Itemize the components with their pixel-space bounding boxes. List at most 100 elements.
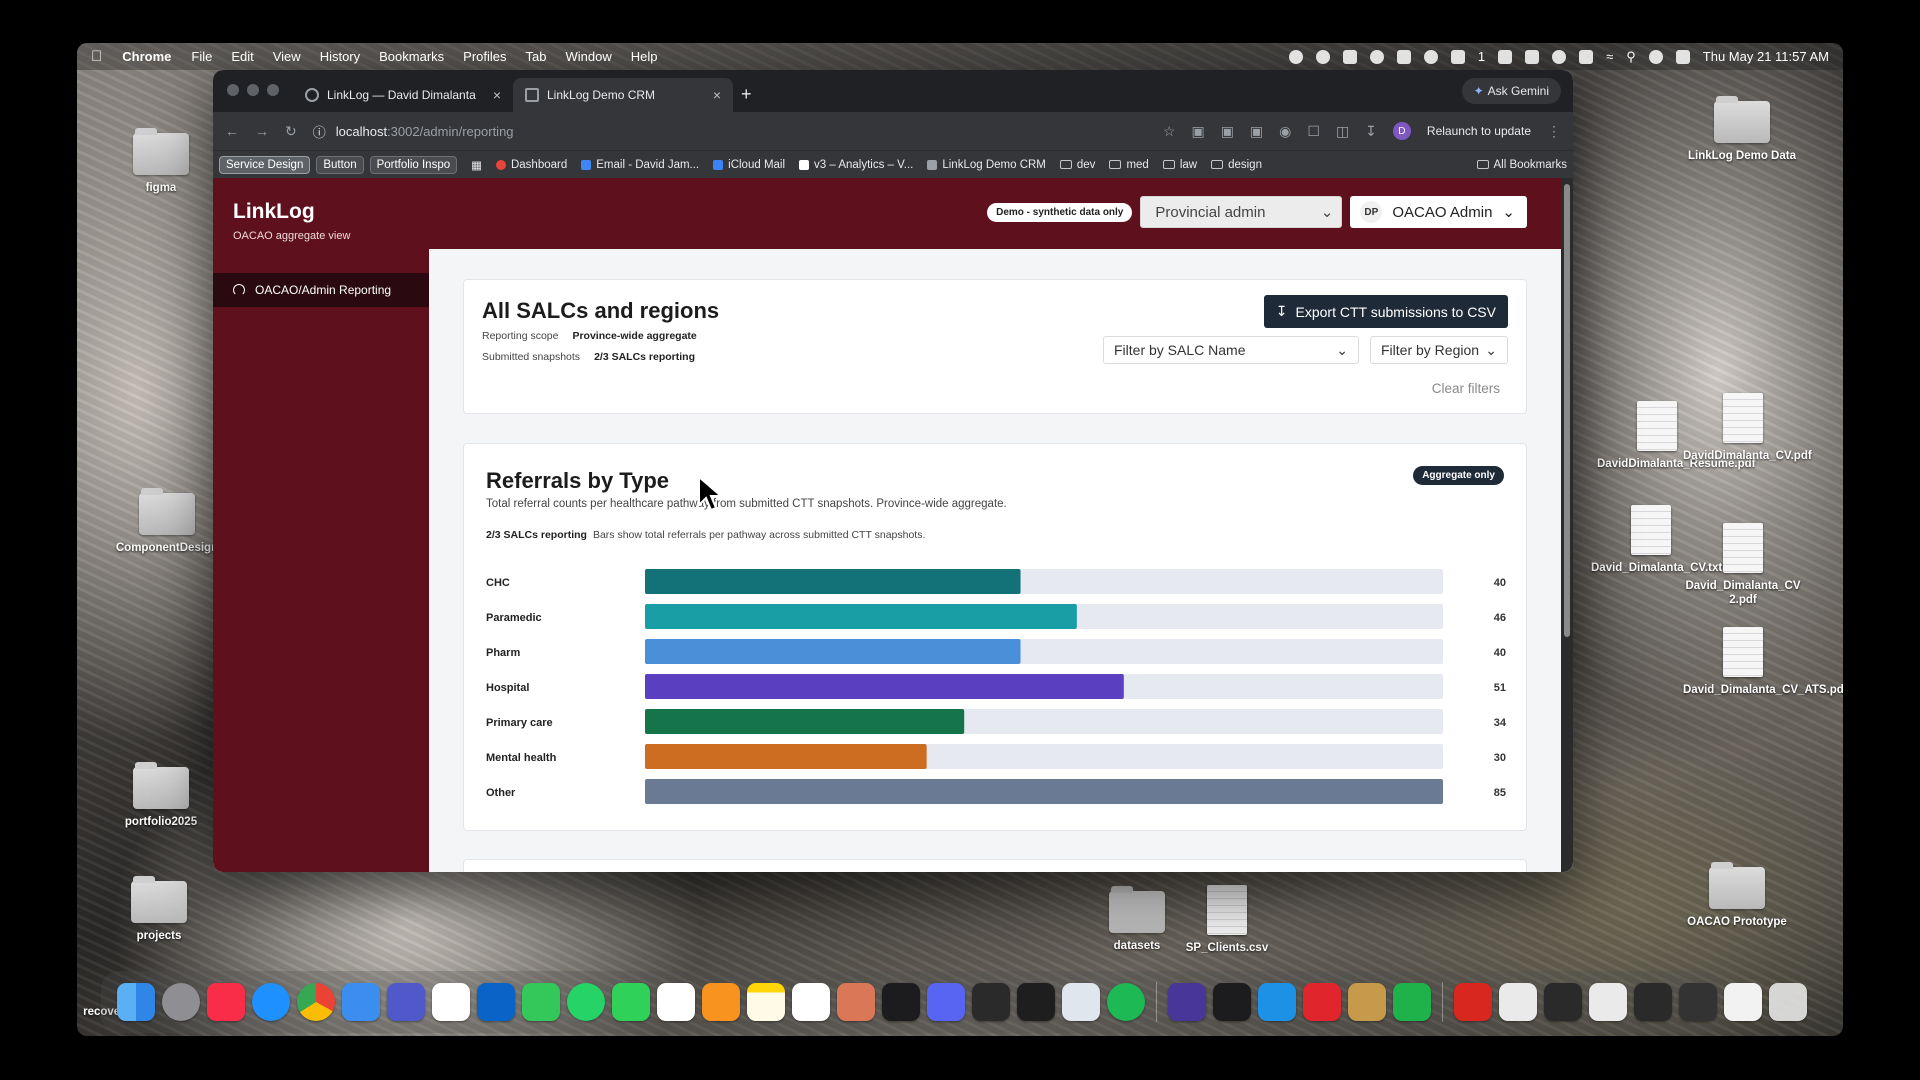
bookmark-dashboard[interactable]: Dashboard: [495, 159, 567, 171]
figma-icon[interactable]: [1017, 983, 1055, 1021]
status-icon[interactable]: [1498, 49, 1513, 64]
zoom-window-button[interactable]: [267, 84, 279, 96]
status-icon[interactable]: [1315, 49, 1330, 64]
menu-tab[interactable]: Tab: [526, 49, 547, 64]
apps-grid-icon[interactable]: ▦: [471, 158, 482, 172]
siri-icon[interactable]: [1648, 49, 1663, 64]
bookmark-folder-dev[interactable]: dev: [1059, 159, 1095, 171]
battery-icon[interactable]: [1579, 49, 1594, 64]
desktop-file-cv-ats[interactable]: David_Dimalanta_CV_ATS.pdf: [1683, 627, 1843, 697]
menu-file[interactable]: File: [191, 49, 212, 64]
menu-view[interactable]: View: [273, 49, 301, 64]
messages-icon[interactable]: [522, 983, 560, 1021]
address-bar[interactable]: ⓘ localhost:3002/admin/reporting: [313, 122, 1147, 141]
status-icon[interactable]: [1396, 49, 1411, 64]
desktop-folder-figma[interactable]: figma: [101, 128, 221, 195]
clear-filters-button[interactable]: Clear filters: [1432, 381, 1500, 396]
brand[interactable]: LinkLog OACAO aggregate view: [233, 200, 350, 242]
desktop-folder-linklog-demo[interactable]: LinkLog Demo Data: [1682, 96, 1802, 163]
xcode-icon[interactable]: [882, 983, 920, 1021]
bookmark-icloud-mail[interactable]: iCloud Mail: [713, 159, 785, 171]
docker-icon[interactable]: [1258, 983, 1296, 1021]
menu-help[interactable]: Help: [631, 49, 658, 64]
export-csv-button[interactable]: ↧ Export CTT submissions to CSV: [1263, 295, 1508, 328]
spotify-icon[interactable]: [1107, 983, 1145, 1021]
bar-mental-health[interactable]: [645, 744, 927, 769]
browser-tab[interactable]: LinkLog — David Dimalanta ×: [293, 78, 513, 112]
page-scrollbar[interactable]: [1561, 178, 1573, 872]
preview-icon[interactable]: [1062, 983, 1100, 1021]
status-icon[interactable]: [1342, 49, 1357, 64]
cursor-app-icon[interactable]: [972, 983, 1010, 1021]
window-thumbnail-icon[interactable]: [1679, 983, 1717, 1021]
notification-count[interactable]: 1: [1478, 49, 1485, 64]
menu-clock[interactable]: Thu May 21 11:57 AM: [1703, 49, 1829, 64]
facetime-icon[interactable]: [612, 983, 650, 1021]
record-icon[interactable]: [1303, 983, 1341, 1021]
bookmark-button[interactable]: Button: [316, 155, 364, 174]
terminal-icon[interactable]: [1213, 983, 1251, 1021]
chrome-icon[interactable]: [297, 983, 335, 1021]
discord-icon[interactable]: [927, 983, 965, 1021]
extension-icon[interactable]: ◉: [1279, 123, 1291, 140]
bookmark-email[interactable]: Email - David Jam...: [581, 159, 699, 171]
menu-profiles[interactable]: Profiles: [463, 49, 506, 64]
archive-icon[interactable]: [1348, 983, 1386, 1021]
bar-other[interactable]: [645, 779, 1443, 804]
extensions-puzzle-icon[interactable]: ☐: [1307, 123, 1320, 140]
music-icon[interactable]: [207, 983, 245, 1021]
finder-icon[interactable]: [117, 983, 155, 1021]
relaunch-to-update-button[interactable]: Relaunch to update: [1427, 124, 1531, 138]
bookmark-portfolio-inspo[interactable]: Portfolio Inspo: [369, 155, 458, 174]
window-thumbnail-icon[interactable]: [1499, 983, 1537, 1021]
outlook-icon[interactable]: [477, 983, 515, 1021]
bar-primary-care[interactable]: [645, 709, 965, 734]
bar-pharm[interactable]: [645, 639, 1021, 664]
desktop-folder-component-design[interactable]: ComponentDesign: [107, 488, 227, 555]
window-thumbnail-icon[interactable]: [1544, 983, 1582, 1021]
notes-icon[interactable]: [747, 983, 785, 1021]
trash-icon[interactable]: [1769, 983, 1807, 1021]
search-icon[interactable]: ⚲: [1626, 49, 1636, 65]
bookmark-folder-law[interactable]: law: [1162, 159, 1197, 171]
sidebar-item-admin-reporting[interactable]: OACAO/Admin Reporting: [213, 273, 429, 307]
menu-edit[interactable]: Edit: [231, 49, 253, 64]
apple-icon[interactable]: : [91, 48, 102, 65]
download-icon[interactable]: ↧: [1365, 123, 1377, 140]
extension-icon[interactable]: ▣: [1250, 123, 1263, 140]
obsidian-icon[interactable]: [1168, 983, 1206, 1021]
menu-bookmarks[interactable]: Bookmarks: [379, 49, 444, 64]
all-bookmarks-button[interactable]: All Bookmarks: [1476, 159, 1567, 171]
status-icon[interactable]: [1450, 49, 1465, 64]
user-menu-button[interactable]: DP OACAO Admin ⌄: [1350, 196, 1527, 228]
menu-app-name[interactable]: Chrome: [122, 49, 171, 64]
ask-gemini-button[interactable]: ✦ Ask Gemini: [1461, 78, 1561, 104]
browser-tab-active[interactable]: LinkLog Demo CRM ×: [513, 78, 733, 112]
system-settings-icon[interactable]: [162, 983, 200, 1021]
region-filter[interactable]: Filter by Region ⌄: [1370, 336, 1508, 364]
bar-hospital[interactable]: [645, 674, 1124, 699]
safari-icon[interactable]: [252, 983, 290, 1021]
bar-chc[interactable]: [645, 569, 1021, 594]
scrollbar-thumb[interactable]: [1564, 184, 1570, 637]
profile-avatar[interactable]: D: [1392, 122, 1411, 140]
numbers-icon[interactable]: [1393, 983, 1431, 1021]
bookmark-folder-design[interactable]: design: [1211, 159, 1262, 171]
status-icon[interactable]: [1423, 49, 1438, 64]
close-window-button[interactable]: [227, 84, 239, 96]
minimize-window-button[interactable]: [247, 84, 259, 96]
teams-icon[interactable]: [387, 983, 425, 1021]
split-view-icon[interactable]: ◫: [1336, 123, 1349, 140]
whatsapp-icon[interactable]: [567, 983, 605, 1021]
window-thumbnail-icon[interactable]: [1634, 983, 1672, 1021]
desktop-folder-oacao[interactable]: OACAO Prototype: [1677, 862, 1797, 929]
role-select[interactable]: Provincial admin ⌄: [1140, 196, 1343, 228]
slack-icon[interactable]: [657, 983, 695, 1021]
mail-icon[interactable]: [342, 983, 380, 1021]
bookmark-folder-med[interactable]: med: [1109, 159, 1149, 171]
salc-name-filter[interactable]: Filter by SALC Name ⌄: [1103, 336, 1359, 364]
forward-icon[interactable]: →: [255, 123, 269, 139]
extension-icon[interactable]: ▣: [1221, 123, 1234, 140]
status-icon[interactable]: [1288, 49, 1303, 64]
control-center-icon[interactable]: [1675, 49, 1690, 64]
